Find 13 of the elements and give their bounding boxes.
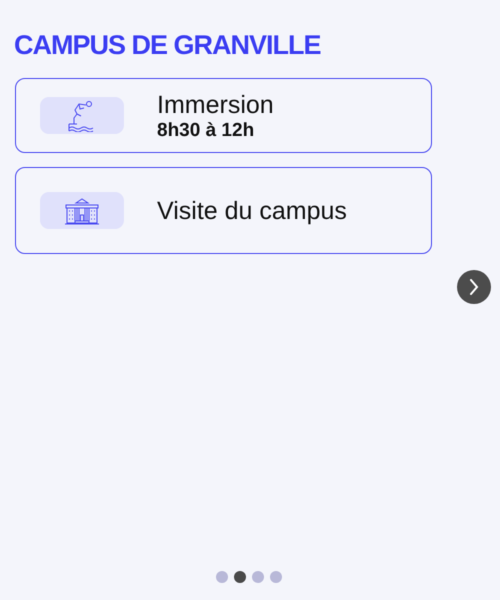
activity-time: 8h30 à 12h <box>157 120 256 142</box>
page-title: CAMPUS DE GRANVILLE <box>14 30 322 61</box>
chevron-right-icon <box>469 279 479 295</box>
building-icon <box>65 196 99 224</box>
activity-card[interactable]: Visite du campus <box>15 167 432 254</box>
pagination-dot[interactable] <box>270 571 282 583</box>
pagination-dot[interactable] <box>216 571 228 583</box>
pagination-dot[interactable] <box>234 571 246 583</box>
activity-title: Visite du campus <box>157 196 347 226</box>
next-button[interactable] <box>457 270 491 304</box>
pagination-dot[interactable] <box>252 571 264 583</box>
activity-title: Immersion <box>157 90 274 120</box>
activity-card[interactable]: Immersion 8h30 à 12h <box>15 78 432 153</box>
